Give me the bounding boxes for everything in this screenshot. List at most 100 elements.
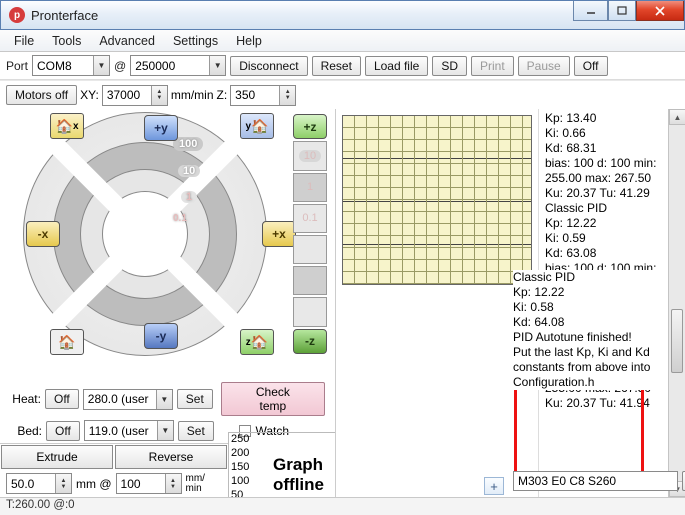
console-line: Ku: 20.37 Tu: 41.94 — [545, 396, 664, 411]
off-button[interactable]: Off — [574, 56, 608, 76]
chevron-down-icon[interactable] — [157, 421, 173, 440]
at-label: @ — [114, 59, 126, 73]
console-line: 255.00 max: 267.50 — [545, 171, 664, 186]
z-step-01[interactable]: 0.1 — [293, 204, 327, 233]
extrude-len-spin[interactable] — [6, 473, 72, 494]
heat-set-button[interactable]: Set — [177, 389, 213, 409]
scrollbar[interactable]: ▲ ▼ — [668, 109, 685, 497]
menu-settings[interactable]: Settings — [165, 32, 226, 50]
loadfile-button[interactable]: Load file — [365, 56, 428, 76]
heat-off-button[interactable]: Off — [45, 389, 79, 409]
heat-temp-combo[interactable] — [83, 389, 173, 410]
z-speed-value[interactable] — [231, 86, 279, 105]
graph-offline-text: Graph offline — [273, 455, 335, 495]
pause-button[interactable]: Pause — [518, 56, 570, 76]
minimize-button[interactable] — [573, 1, 608, 21]
xy-dial[interactable]: 100 10 1 0.1 +y -y -x +x 🏠x y🏠 🏠 z🏠 — [20, 109, 270, 359]
y-250: 250 — [231, 433, 249, 445]
spinner-icon[interactable] — [151, 86, 167, 105]
console-line: Kd: 64.08 — [513, 315, 663, 330]
bed-temp-combo[interactable] — [84, 420, 174, 441]
spinner-icon[interactable] — [55, 474, 71, 493]
dial-1[interactable]: 1 — [181, 191, 197, 203]
bed-set-button[interactable]: Set — [178, 421, 214, 441]
z-speed-spin[interactable] — [230, 85, 296, 106]
home-all-button[interactable]: 🏠 — [50, 329, 84, 355]
check-temp-button[interactable]: Check temp — [221, 382, 325, 416]
home-y-button[interactable]: y🏠 — [240, 113, 274, 139]
xy-speed-spin[interactable] — [102, 85, 168, 106]
menu-tools[interactable]: Tools — [44, 32, 89, 50]
motors-off-button[interactable]: Motors off — [6, 85, 77, 105]
spinner-icon[interactable] — [279, 86, 295, 105]
scroll-up-icon[interactable]: ▲ — [669, 109, 685, 125]
home-z-button[interactable]: z🏠 — [240, 329, 274, 355]
plus-y-button[interactable]: +y — [144, 115, 178, 141]
mm-at-label: mm @ — [76, 477, 112, 491]
menu-file[interactable]: File — [6, 32, 42, 50]
menu-help[interactable]: Help — [228, 32, 270, 50]
sd-button[interactable]: SD — [432, 56, 467, 76]
y-150: 150 — [231, 461, 249, 473]
baud-value[interactable] — [131, 59, 209, 73]
dial-01[interactable]: 0.1 — [173, 213, 187, 224]
gcode-input[interactable] — [513, 471, 678, 491]
plus-x-button[interactable]: +x — [262, 221, 296, 247]
bed-label: Bed: — [6, 424, 42, 438]
z-step-1b[interactable] — [293, 266, 327, 295]
bed-off-button[interactable]: Off — [46, 421, 80, 441]
spinner-icon[interactable] — [165, 474, 181, 493]
home-x-button[interactable]: 🏠x — [50, 113, 84, 139]
console-line: Ki: 0.58 — [513, 300, 663, 315]
extrude-button[interactable]: Extrude — [1, 445, 113, 469]
extrude-unit: mm/min — [186, 474, 205, 494]
console-line: Kp: 13.40 — [545, 111, 664, 126]
dial-10[interactable]: 10 — [178, 165, 200, 177]
plus-z-button[interactable]: +z — [293, 114, 327, 139]
baud-combo[interactable] — [130, 55, 226, 76]
minus-z-button[interactable]: -z — [293, 329, 327, 354]
chevron-down-icon[interactable] — [209, 56, 225, 75]
chevron-down-icon[interactable] — [156, 390, 172, 409]
send-row: Send — [509, 467, 679, 495]
maximize-button[interactable] — [608, 1, 636, 21]
extrude-params: mm @ mm/min — [0, 470, 228, 497]
print-button[interactable]: Print — [471, 56, 514, 76]
z-step-1[interactable]: 1 — [293, 173, 327, 202]
console-line: Kp: 12.22 — [545, 216, 664, 231]
toolbar-speed: Motors off XY: mm/min Z: — [0, 80, 685, 109]
z-column: +z 10 1 0.1 -z — [292, 113, 328, 355]
titlebar: p Pronterface — [0, 0, 685, 30]
reverse-button[interactable]: Reverse — [115, 445, 227, 469]
minus-y-button[interactable]: -y — [144, 323, 178, 349]
port-label: Port — [6, 59, 28, 73]
z-step-01b[interactable] — [293, 235, 327, 264]
status-bar: T:260.00 @:0 — [0, 497, 685, 515]
extrude-speed-spin[interactable] — [116, 473, 182, 494]
toolbar-connection: Port @ Disconnect Reset Load file SD Pri… — [0, 52, 685, 80]
plus-button[interactable]: + — [484, 477, 504, 495]
build-plate-grid[interactable] — [342, 115, 532, 285]
xy-speed-value[interactable] — [103, 86, 151, 105]
heat-row: Heat: Off Set Check temp — [0, 380, 335, 418]
port-combo[interactable] — [32, 55, 110, 76]
y-100: 100 — [231, 475, 249, 487]
console-line: Kd: 63.08 — [545, 246, 664, 261]
z-step-10b[interactable] — [293, 297, 327, 326]
reset-button[interactable]: Reset — [312, 56, 361, 76]
z-step-10[interactable]: 10 — [293, 141, 327, 170]
disconnect-button[interactable]: Disconnect — [230, 56, 307, 76]
port-value[interactable] — [33, 59, 93, 73]
console-line: Configuration.h — [513, 375, 663, 390]
console-line: Classic PID — [513, 270, 663, 285]
close-button[interactable] — [636, 1, 684, 21]
console-line: Ki: 0.59 — [545, 231, 664, 246]
minus-x-button[interactable]: -x — [26, 221, 60, 247]
xy-label: XY: — [80, 88, 99, 102]
menu-advanced[interactable]: Advanced — [91, 32, 163, 50]
scroll-thumb[interactable] — [671, 309, 683, 373]
console-line: constants from above into — [513, 360, 663, 375]
chevron-down-icon[interactable] — [93, 56, 109, 75]
window-title: Pronterface — [31, 8, 98, 23]
dial-100[interactable]: 100 — [173, 137, 203, 151]
